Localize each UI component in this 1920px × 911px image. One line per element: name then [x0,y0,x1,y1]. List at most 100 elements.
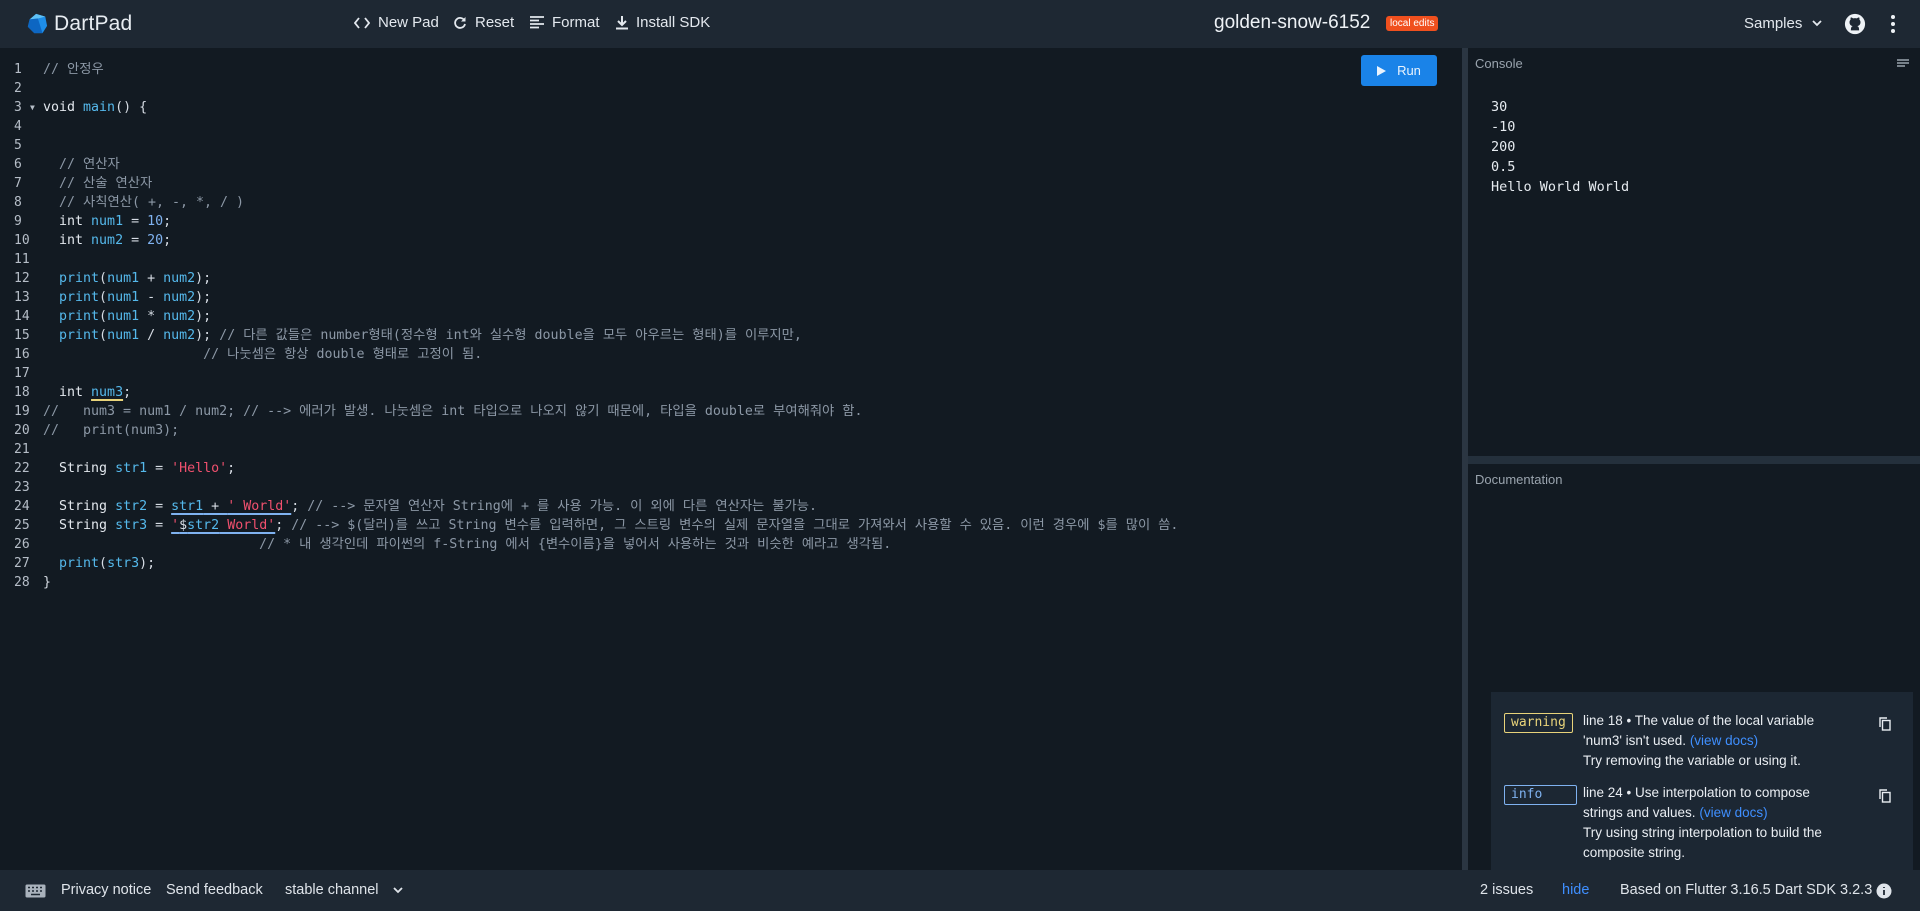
line-number: 4 [14,119,22,134]
code-line[interactable]: // 산술 연산자 [43,174,1423,193]
code-token: num2 [163,309,196,324]
code-token: ; [227,461,236,476]
code-line[interactable] [43,478,1423,497]
code-line[interactable]: // 연산자 [43,155,1423,174]
code-token: main [83,100,116,115]
dartpad-logo[interactable]: DartPad [26,12,132,36]
keyboard-icon[interactable] [25,884,46,898]
line-number: 6 [14,157,22,172]
code-editor[interactable]: 1 2 3 ▼ 4 5 6 7 8 9 10 11 12 13 14 15 16 17 18 19 20 21 22 23 24… [0,48,1462,870]
play-icon [1377,65,1387,76]
code-line[interactable]: String str3 = '$str2 World'; // --> $(달러… [43,516,1423,535]
run-button[interactable]: Run [1361,55,1437,86]
code-line[interactable]: // 나눗셈은 항상 double 형태로 고정이 됨. [43,345,1423,364]
console-output: 30 -10 200 0.5 Hello World World [1491,97,1629,197]
issue-text: line 24 • Use interpolation to compose s… [1583,785,1810,820]
fold-arrow-icon[interactable]: ▼ [30,98,35,117]
code-token: num1 [107,328,140,343]
code-token: World' [219,518,276,533]
pad-name[interactable]: golden-snow-6152 [1214,12,1370,34]
install-sdk-label: Install SDK [636,14,711,31]
send-feedback-link[interactable]: Send feedback [166,882,263,898]
code-line[interactable]: // num3 = num1 / num2; // --> 에러가 발생. 나눗… [43,402,1423,421]
view-docs-link[interactable]: (view docs) [1690,733,1758,748]
issue-item: warning line 18 • The value of the local… [1491,702,1913,774]
line-number: 7 [14,176,22,191]
line-number: 12 [14,271,30,286]
line-number: 8 [14,195,22,210]
code-line[interactable]: // 안정우 [43,60,1423,79]
code-token: num2 [163,290,196,305]
line-number: 14 [14,309,30,324]
issue-count: 2 issues [1480,882,1534,898]
code-line[interactable]: void main() { [43,98,1423,117]
code-line[interactable]: int num2 = 20; [43,231,1423,250]
code-line[interactable]: int num3; [43,383,1423,402]
code-token: // print(num3); [43,423,180,438]
code-line[interactable]: print(str3); [43,554,1423,573]
code-line[interactable] [43,250,1423,269]
line-number: 24 [14,499,30,514]
code-line[interactable]: } [43,573,1423,592]
hide-issues-link[interactable]: hide [1562,882,1589,898]
channel-dropdown[interactable]: stable channel [285,882,403,898]
new-pad-label: New Pad [378,14,439,31]
code-line[interactable]: String str2 = str1 + ' World'; // --> 문자… [43,497,1423,516]
code-line[interactable]: String str1 = 'Hello'; [43,459,1423,478]
issue-fix: Try using string interpolation to build … [1583,825,1822,860]
dart-logo-icon [27,13,48,34]
code-line[interactable]: // print(num3); [43,421,1423,440]
code-token: // 연산자 [59,157,120,172]
privacy-notice-link[interactable]: Privacy notice [61,882,151,898]
view-docs-link[interactable]: (view docs) [1699,805,1767,820]
code-area[interactable]: // 안정우 void main() { // 연산자 // 산술 연산자 // … [43,60,1423,592]
code-token: ; [163,214,172,229]
line-number: 16 [14,347,30,362]
clear-console-icon[interactable] [1897,59,1909,69]
code-line[interactable] [43,136,1423,155]
code-token: print [59,556,100,571]
code-line[interactable]: print(num1 + num2); [43,269,1423,288]
code-line[interactable]: // * 내 생각인데 파이썬의 f-String 에서 {변수이름}을 넣어서… [43,535,1423,554]
copy-icon[interactable] [1879,717,1891,731]
code-token: // --> 문자열 연산자 String에 + 를 사용 가능. 이 외에 다… [307,499,817,514]
github-icon[interactable] [1844,13,1866,35]
horizontal-splitter[interactable] [1468,456,1920,464]
reset-button[interactable]: Reset [453,14,514,31]
code-token: ); [195,271,212,286]
code-line[interactable]: print(num1 - num2); [43,288,1423,307]
console-line: 0.5 [1491,159,1516,175]
code-token: ); [195,309,212,324]
new-pad-button[interactable]: New Pad [354,14,439,31]
code-token: 'Hello' [171,461,228,476]
format-button[interactable]: Format [530,14,600,31]
code-token: ; [123,385,132,400]
code-line[interactable] [43,364,1423,383]
code-token: // * 내 생각인데 파이썬의 f-String 에서 {변수이름}을 넣어서… [259,537,892,552]
samples-dropdown[interactable]: Samples [1744,15,1822,32]
code-token: () { [115,100,148,115]
code-token: void [43,100,84,115]
code-line[interactable]: // 사칙연산( +, -, *, / ) [43,193,1423,212]
code-token: ); [195,290,212,305]
info-icon[interactable] [1876,883,1892,899]
install-sdk-button[interactable]: Install SDK [616,14,710,31]
code-line[interactable]: print(num1 / num2); // 다른 값들은 number형태(정… [43,326,1423,345]
copy-icon[interactable] [1879,789,1891,803]
code-token: ' [171,518,180,533]
more-vert-icon[interactable] [1890,14,1896,34]
code-line[interactable] [43,440,1423,459]
code-token: } [43,575,52,590]
code-line[interactable]: print(num1 * num2); [43,307,1423,326]
code-token: ( [99,328,108,343]
code-line[interactable] [43,79,1423,98]
code-line[interactable] [43,117,1423,136]
code-line[interactable]: int num1 = 10; [43,212,1423,231]
code-token: num1 [107,290,140,305]
console-line: -10 [1491,119,1516,135]
code-token: str1 [171,499,204,514]
